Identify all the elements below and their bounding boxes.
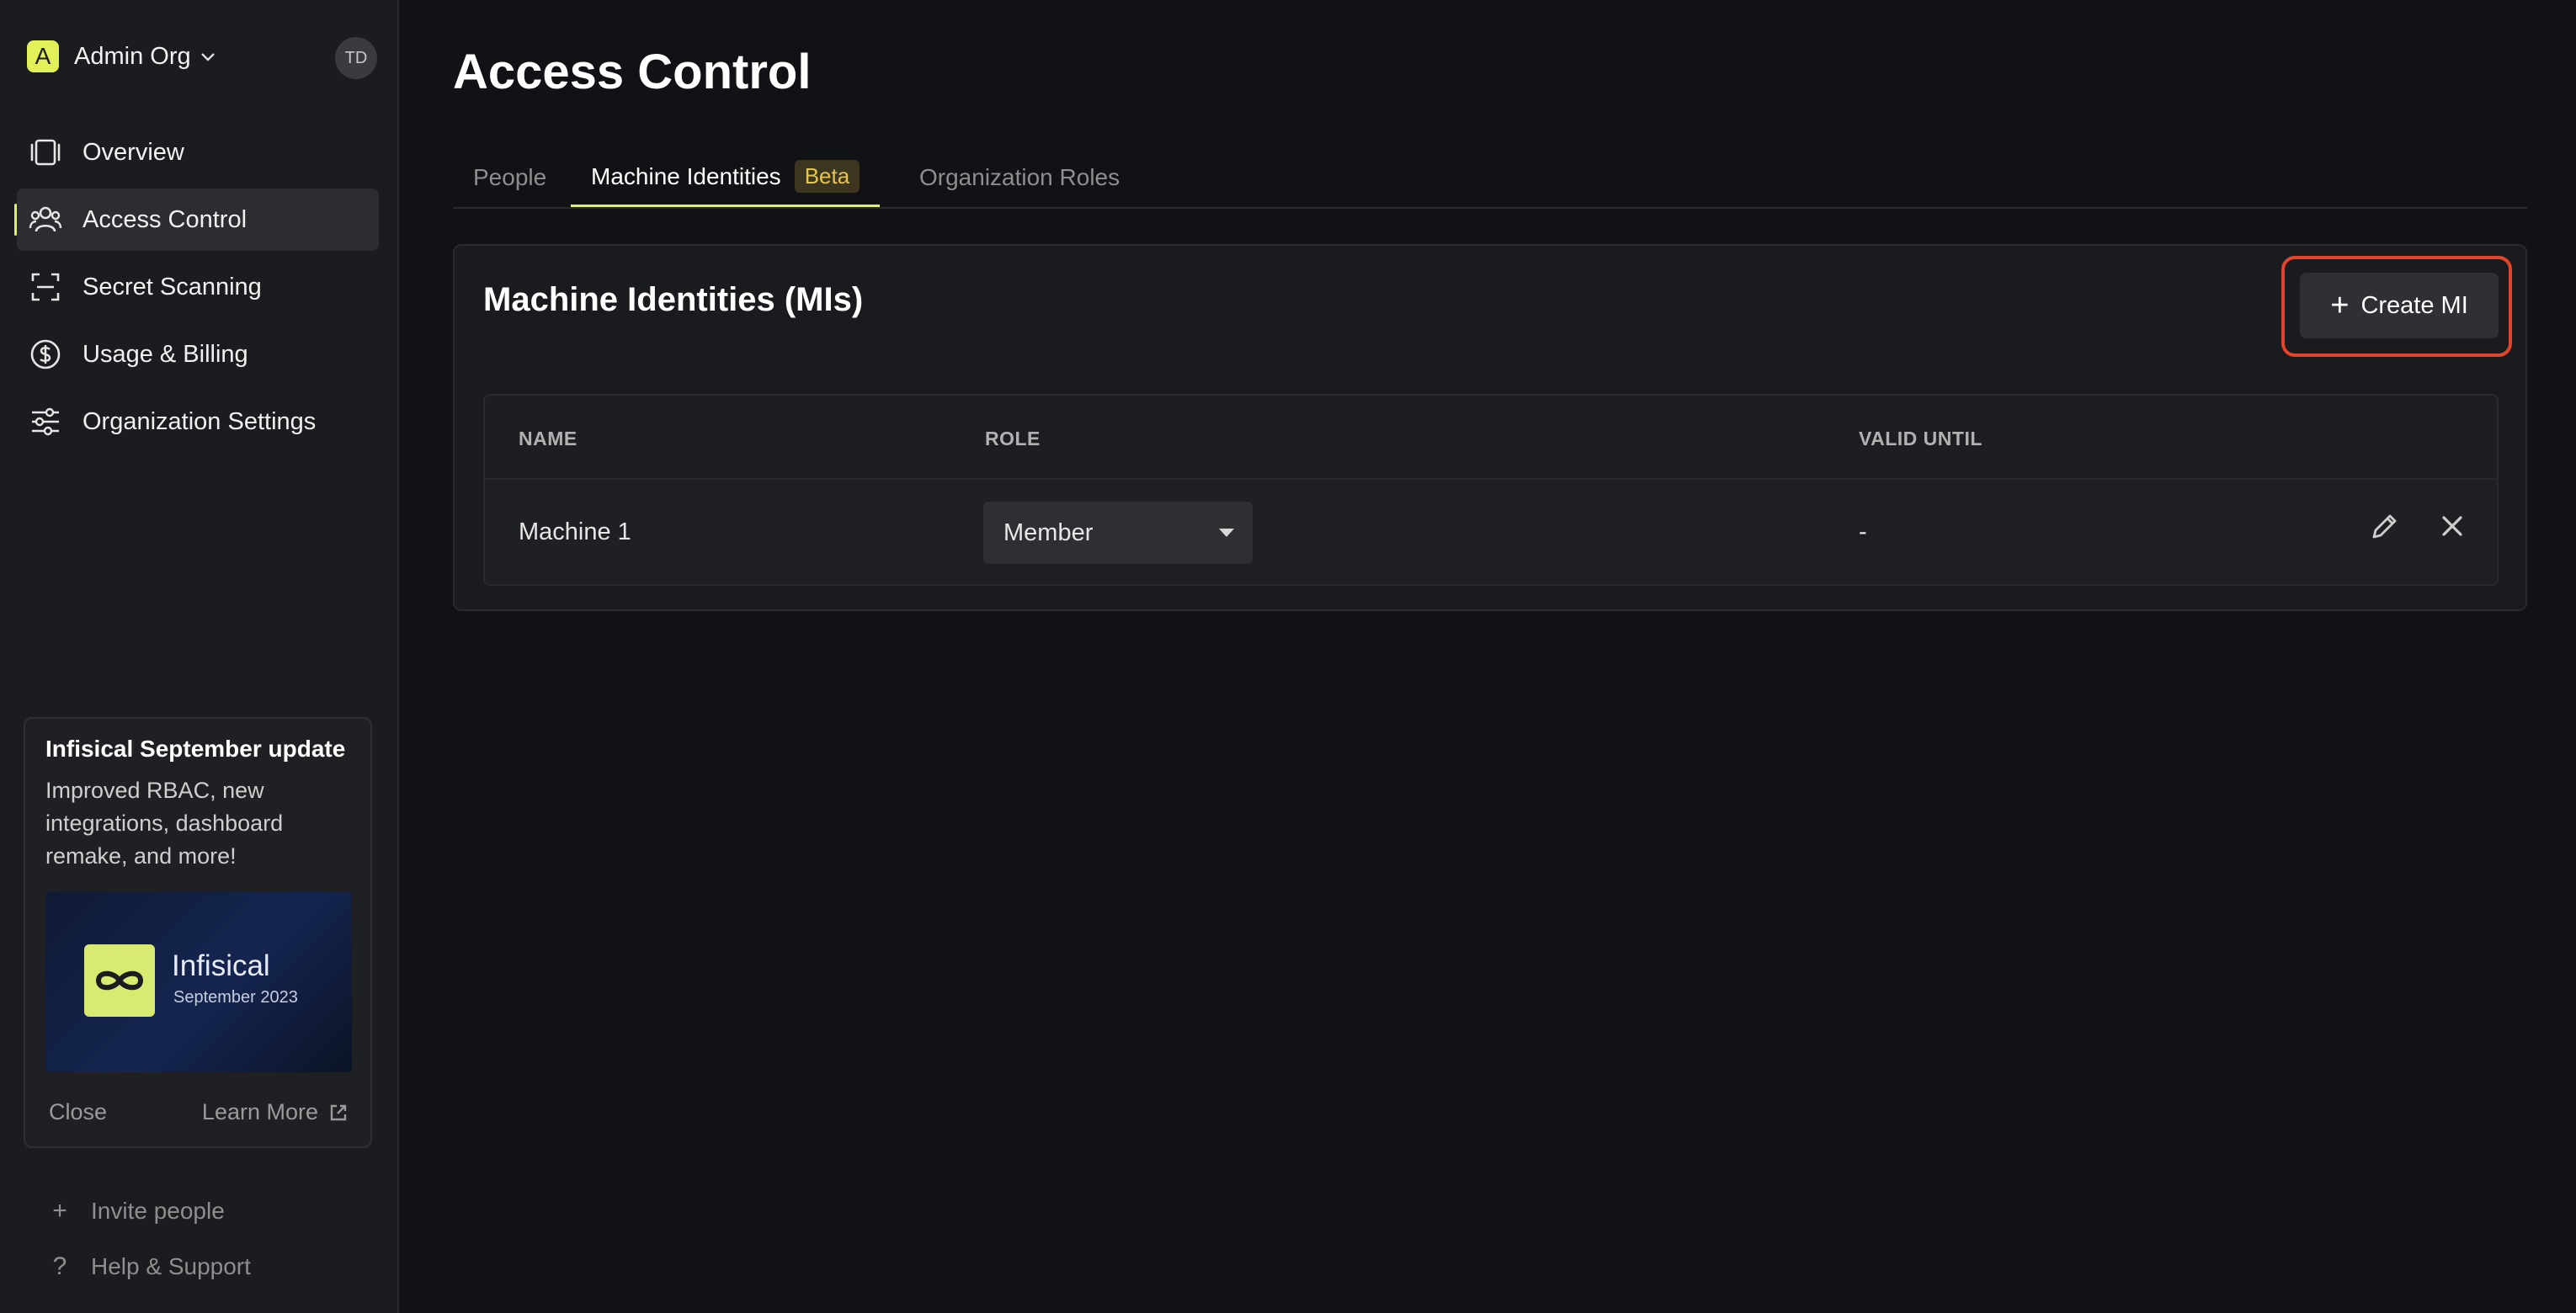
tab-label: People (473, 164, 547, 190)
edit-button[interactable] (2364, 505, 2406, 547)
pencil-icon (2372, 514, 2397, 539)
question-icon: ? (52, 1252, 67, 1280)
banner-name: Infisical (172, 949, 270, 982)
help-support-label: Help & Support (91, 1253, 251, 1279)
sidebar-item-usage-billing[interactable]: Usage & Billing (17, 323, 379, 385)
learn-more-link[interactable]: Learn More (202, 1099, 349, 1125)
tab-machine-identities[interactable]: Machine Identities Beta (571, 148, 881, 207)
sidebar-item-overview[interactable]: Overview (17, 121, 379, 183)
org-switcher[interactable]: A Admin Org (27, 40, 216, 72)
tab-bar: People Machine Identities Beta Organizat… (453, 148, 2527, 209)
valid-until-value: - (1859, 518, 1867, 545)
update-card-body: Improved RBAC, new integrations, dashboa… (45, 778, 284, 869)
identity-name: Machine 1 (519, 518, 631, 545)
sidebar-item-label: Overview (82, 138, 184, 166)
invite-people-label: Invite people (91, 1198, 225, 1224)
org-logo: A (27, 40, 59, 72)
learn-more-label: Learn More (201, 1099, 318, 1124)
delete-button[interactable] (2431, 505, 2473, 547)
sidebar-item-label: Access Control (82, 205, 247, 233)
tab-people[interactable]: People (473, 148, 546, 207)
create-mi-button[interactable]: + Create MI (2300, 273, 2499, 338)
plus-icon: + (2330, 288, 2350, 323)
sidebar-footer: + Invite people ? Help & Support (47, 1183, 251, 1294)
sidebar-item-secret-scanning[interactable]: Secret Scanning (17, 256, 379, 318)
sidebar-item-label: Usage & Billing (82, 340, 248, 368)
panel-title: Machine Identities (MIs) (483, 281, 864, 318)
infinity-icon (84, 944, 155, 1017)
scan-icon (29, 270, 62, 304)
caret-down-icon (1219, 529, 1234, 537)
sidebar-item-label: Secret Scanning (82, 273, 262, 300)
tab-organization-roles[interactable]: Organization Roles (919, 148, 1120, 207)
invite-people-button[interactable]: + Invite people (47, 1183, 251, 1239)
org-name: Admin Org (74, 42, 191, 70)
dollar-icon (29, 338, 62, 371)
overview-icon (29, 136, 62, 169)
plus-icon: + (52, 1197, 67, 1225)
sidebar-item-access-control[interactable]: Access Control (14, 189, 379, 251)
column-header-role: ROLE (985, 428, 1041, 449)
avatar[interactable]: TD (335, 37, 377, 79)
update-card-title: Infisical September update (45, 736, 346, 762)
sliders-icon (29, 405, 62, 439)
table-row: Machine 1 Member - (485, 480, 2497, 584)
update-banner-image[interactable]: Infisical September 2023 (45, 892, 352, 1072)
chevron-down-icon (200, 53, 215, 61)
update-card: Infisical September update Improved RBAC… (24, 717, 372, 1148)
banner-date: September 2023 (173, 988, 298, 1007)
external-link-icon (330, 1104, 347, 1120)
users-icon (29, 203, 62, 237)
sidebar-item-label: Organization Settings (82, 407, 317, 435)
table-header: NAME ROLE VALID UNTIL (485, 396, 2497, 480)
tab-label: Organization Roles (919, 164, 1120, 190)
help-support-button[interactable]: ? Help & Support (47, 1239, 251, 1294)
tab-label: Machine Identities (591, 162, 781, 189)
sidebar-nav: Overview Access Control Secret Scanning … (14, 121, 379, 458)
role-select[interactable]: Member (983, 502, 1253, 564)
column-header-valid-until: VALID UNTIL (1859, 428, 1983, 449)
identities-table: NAME ROLE VALID UNTIL Machine 1 Member - (483, 394, 2499, 586)
sidebar: A Admin Org TD Overview Access Control S… (0, 0, 399, 1313)
sidebar-item-organization-settings[interactable]: Organization Settings (17, 391, 379, 453)
beta-badge: Beta (794, 160, 860, 193)
create-mi-label: Create MI (2360, 291, 2468, 319)
machine-identities-panel: Machine Identities (MIs) + Create MI NAM… (453, 244, 2527, 611)
column-header-name: NAME (519, 428, 577, 449)
role-select-value: Member (1003, 518, 1094, 546)
close-update-button[interactable]: Close (49, 1099, 107, 1125)
close-icon (2442, 516, 2462, 536)
page-title: Access Control (453, 45, 812, 99)
